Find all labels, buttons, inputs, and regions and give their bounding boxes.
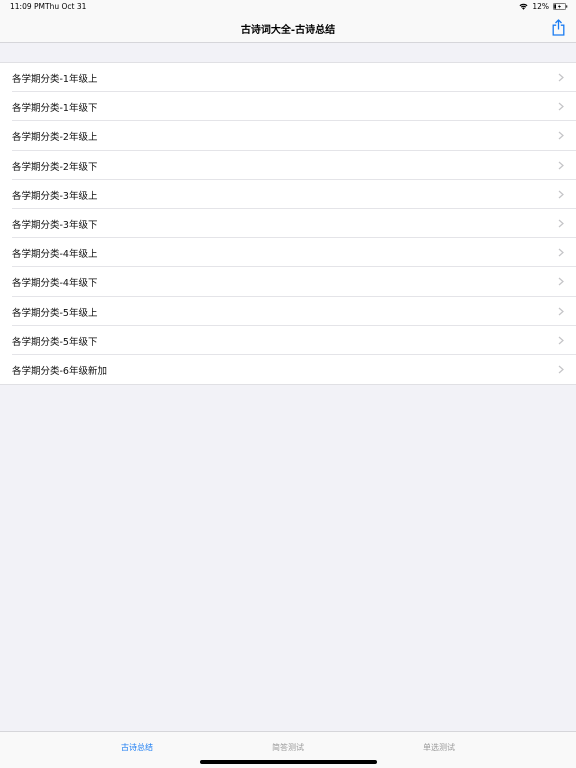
chevron-right-icon (558, 307, 564, 315)
list-item-label: 各学期分类-5年级上 (12, 307, 98, 319)
list-item-label: 各学期分类-4年级下 (12, 278, 98, 290)
battery-percent: 12% (532, 2, 549, 11)
chevron-right-icon (558, 277, 564, 286)
list-item[interactable]: 各学期分类-4年级下 (0, 267, 576, 297)
chevron-right-icon (558, 102, 564, 111)
navigation-bar: 古诗词大全-古诗总结 (0, 13, 576, 43)
semester-category-list: 各学期分类-1年级上 各学期分类-1年级下 各学期分类-2年级上 各学期分类-2… (0, 62, 576, 386)
status-time: 11:09 PM (10, 2, 45, 11)
list-item[interactable]: 各学期分类-4年级上 (0, 238, 576, 268)
list-item[interactable]: 各学期分类-5年级下 (0, 326, 576, 356)
chevron-right-icon (558, 336, 564, 345)
list-item-label: 各学期分类-2年级下 (12, 161, 98, 173)
share-button[interactable] (550, 18, 566, 36)
chevron-right-icon (558, 219, 564, 228)
chevron-right-icon (558, 161, 564, 170)
list-item-label: 各学期分类-2年级上 (12, 132, 98, 144)
list-item[interactable]: 各学期分类-5年级上 (0, 297, 576, 326)
status-indicators: 12% (519, 2, 568, 11)
list-item[interactable]: 各学期分类-3年级下 (0, 209, 576, 239)
tab-poem-summary[interactable]: 古诗总结 (97, 742, 177, 753)
list-item[interactable]: 各学期分类-2年级下 (0, 151, 576, 180)
list-item[interactable]: 各学期分类-6年级新加 (0, 355, 576, 384)
list-item-label: 各学期分类-3年级上 (12, 190, 98, 202)
list-item[interactable]: 各学期分类-1年级上 (0, 63, 576, 93)
chevron-right-icon (558, 365, 564, 374)
list-item[interactable]: 各学期分类-2年级上 (0, 121, 576, 151)
list-item[interactable]: 各学期分类-1年级下 (0, 92, 576, 122)
list-item-label: 各学期分类-3年级下 (12, 219, 98, 231)
tab-bar: 古诗总结 简答测试 单选测试 (0, 731, 576, 768)
share-icon (552, 18, 564, 36)
chevron-right-icon (558, 248, 564, 257)
app-screen: 11:09 PM Thu Oct 31 12% 古诗词大全-古诗总结 各学期分类… (0, 0, 576, 768)
list-item[interactable]: 各学期分类-3年级上 (0, 180, 576, 210)
wifi-icon (519, 3, 528, 10)
home-indicator[interactable] (200, 760, 377, 764)
status-bar: 11:09 PM Thu Oct 31 12% (0, 0, 576, 13)
status-date: Thu Oct 31 (45, 2, 87, 11)
chevron-right-icon (558, 190, 564, 199)
list-item-label: 各学期分类-6年级新加 (12, 365, 107, 377)
list-item-label: 各学期分类-4年级上 (12, 249, 98, 261)
tab-single-choice-test[interactable]: 单选测试 (399, 742, 479, 753)
tab-short-answer-test[interactable]: 简答测试 (248, 742, 328, 753)
battery-icon (553, 3, 568, 10)
list-item-label: 各学期分类-5年级下 (12, 336, 98, 348)
chevron-right-icon (558, 73, 564, 82)
page-title: 古诗词大全-古诗总结 (240, 25, 336, 36)
list-item-label: 各学期分类-1年级下 (12, 103, 98, 115)
list-item-label: 各学期分类-1年级上 (12, 74, 98, 85)
chevron-right-icon (558, 131, 564, 140)
